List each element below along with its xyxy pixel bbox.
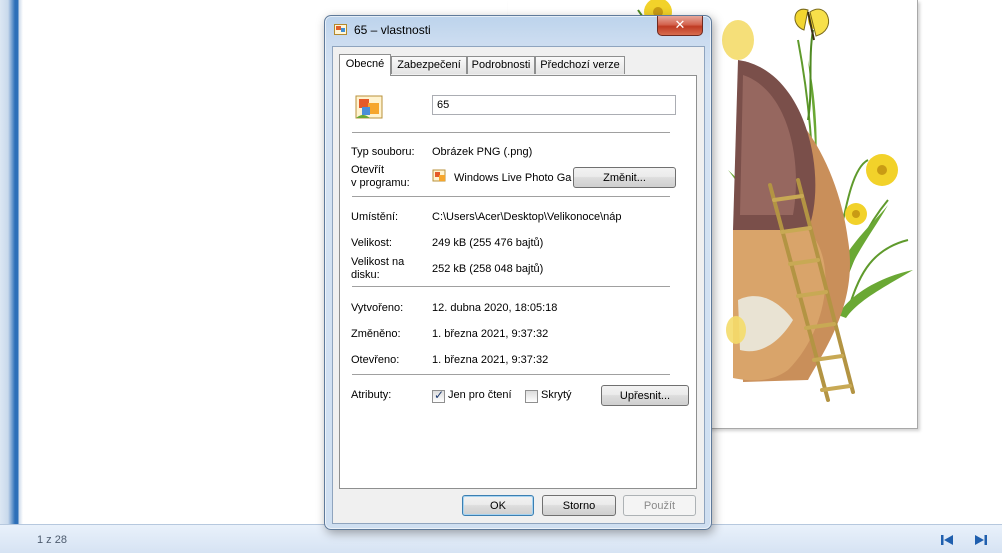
size-value: 249 kB (255 476 bajtů): [432, 237, 544, 249]
disk-size-label-line1: Velikost na: [351, 256, 405, 268]
accessed-label: Otevřeno:: [351, 354, 400, 366]
modified-value: 1. března 2021, 9:37:32: [432, 328, 549, 340]
readonly-checkbox[interactable]: ✓: [432, 388, 445, 403]
readonly-label: Jen pro čtení: [448, 389, 512, 401]
close-button[interactable]: ✕: [657, 16, 703, 36]
general-tab-panel: Typ souboru: Obrázek PNG (.png) Otevřít …: [339, 75, 697, 489]
window-left-frame: [0, 0, 24, 524]
hidden-checkbox[interactable]: [525, 390, 538, 403]
created-label: Vytvořeno:: [351, 302, 404, 314]
modified-label: Změněno:: [351, 328, 401, 340]
ok-button[interactable]: OK: [462, 495, 534, 516]
tab-previous-versions[interactable]: Předchozí verze: [535, 56, 625, 74]
location-label: Umístění:: [351, 211, 399, 223]
photo-gallery-icon: [432, 168, 448, 184]
separator: [352, 374, 670, 376]
size-label: Velikost:: [351, 237, 392, 249]
skip-back-icon[interactable]: [938, 532, 956, 548]
file-name-field[interactable]: [432, 95, 676, 115]
cancel-button[interactable]: Storno: [542, 495, 616, 516]
tab-general[interactable]: Obecné: [339, 54, 391, 76]
image-file-icon: [334, 23, 348, 36]
dialog-client-area: Obecné Zabezpečení Podrobnosti Předchozí…: [332, 46, 705, 524]
disk-size-value: 252 kB (258 048 bajtů): [432, 263, 544, 275]
tab-details[interactable]: Podrobnosti: [467, 56, 535, 74]
open-with-value: Windows Live Photo Ga: [454, 172, 572, 184]
tab-security[interactable]: Zabezpečení: [391, 56, 467, 74]
apply-button[interactable]: Použít: [623, 495, 696, 516]
disk-size-label-line2: disku:: [351, 269, 380, 281]
dialog-title: 65 – vlastnosti: [354, 23, 431, 37]
file-type-value: Obrázek PNG (.png): [432, 146, 533, 158]
hidden-label: Skrytý: [541, 389, 572, 401]
location-value: C:\Users\Acer\Desktop\Velikonoce\náp: [432, 211, 622, 223]
change-program-button[interactable]: Změnit...: [573, 167, 676, 188]
advanced-button[interactable]: Upřesnit...: [601, 385, 689, 406]
png-file-icon: [354, 91, 386, 123]
separator: [352, 132, 670, 134]
page-counter: 1 z 28: [37, 534, 67, 546]
attributes-label: Atributy:: [351, 389, 392, 401]
properties-dialog: 65 – vlastnosti ✕ Obecné Zabezpečení Pod…: [324, 15, 712, 530]
open-with-label-line2: v programu:: [351, 177, 410, 189]
accessed-value: 1. března 2021, 9:37:32: [432, 354, 549, 366]
separator: [352, 196, 670, 198]
open-with-label-line1: Otevřít: [351, 164, 385, 176]
created-value: 12. dubna 2020, 18:05:18: [432, 302, 558, 314]
file-type-label: Typ souboru:: [351, 146, 415, 158]
separator: [352, 286, 670, 288]
skip-forward-icon[interactable]: [972, 532, 990, 548]
